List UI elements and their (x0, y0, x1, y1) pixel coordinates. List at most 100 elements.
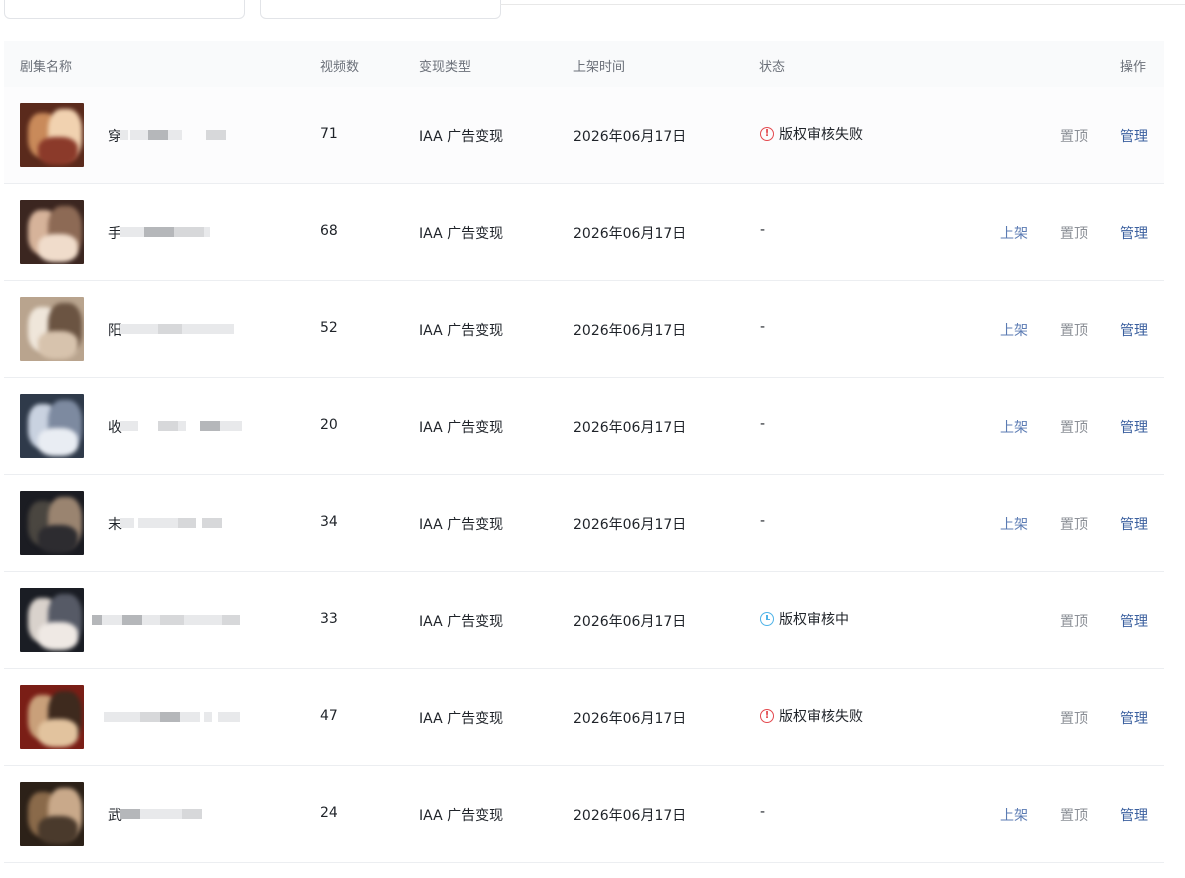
title-mosaic-block (220, 421, 242, 431)
series-title[interactable]: 收 (108, 416, 248, 436)
title-mosaic-block (204, 227, 210, 237)
pin-top-button[interactable]: 置顶 (1060, 223, 1088, 243)
list-button[interactable]: 上架 (1000, 805, 1028, 825)
table-row: 阳 52 IAA 广告变现 2026年06月17日 - 上架 置顶 管理 (4, 281, 1164, 378)
thumbnail-region (38, 525, 78, 553)
series-cover-thumbnail[interactable] (20, 491, 84, 555)
col-monetize-header: 变现类型 (419, 60, 472, 75)
thumbnail-region (38, 331, 78, 359)
title-mosaic-block (222, 615, 240, 625)
pin-top-button[interactable]: 置顶 (1060, 417, 1088, 437)
title-mosaic-block (120, 130, 128, 140)
title-mosaic-block (144, 227, 174, 237)
divider (500, 4, 1185, 5)
list-button[interactable]: 上架 (1000, 320, 1028, 340)
manage-button[interactable]: 管理 (1120, 805, 1148, 825)
series-cover-thumbnail[interactable] (20, 297, 84, 361)
filter-select[interactable] (4, 0, 245, 19)
pin-top-button[interactable]: 置顶 (1060, 126, 1088, 146)
series-title[interactable]: 手 (108, 222, 248, 242)
table-header: 剧集名称 视频数 变现类型 上架时间 状态 操作 (4, 41, 1164, 87)
video-count: 52 (320, 320, 338, 336)
title-mosaic-block (180, 712, 200, 722)
series-table: 剧集名称 视频数 变现类型 上架时间 状态 操作 穿 71 IAA 广告变现 2026… (4, 41, 1164, 863)
listed-date: 2026年06月17日 (573, 517, 687, 533)
series-title[interactable] (104, 707, 248, 727)
series-cover-thumbnail[interactable] (20, 588, 84, 652)
title-mosaic-block (114, 712, 140, 722)
thumbnail-region (38, 428, 78, 456)
video-count: 71 (320, 126, 338, 142)
pin-top-button[interactable]: 置顶 (1060, 320, 1088, 340)
pin-top-button[interactable]: 置顶 (1060, 805, 1088, 825)
monetize-type: IAA 广告变现 (419, 711, 504, 727)
table-row: 武 24 IAA 广告变现 2026年06月17日 - 上架 置顶 管理 (4, 766, 1164, 863)
series-cover-thumbnail[interactable] (20, 103, 84, 167)
video-count: 24 (320, 805, 338, 821)
pin-top-button[interactable]: 置顶 (1060, 708, 1088, 728)
thumbnail-region (38, 234, 78, 262)
table-body: 穿 71 IAA 广告变现 2026年06月17日! 版权审核失败 置顶 管理手 68 IAA … (4, 87, 1164, 863)
title-mosaic-block (120, 809, 140, 819)
pin-top-button[interactable]: 置顶 (1060, 611, 1088, 631)
title-mosaic-block (120, 421, 138, 431)
listed-date: 2026年06月17日 (573, 711, 687, 727)
table-row: 47 IAA 广告变现 2026年06月17日! 版权审核失败 置顶 管理 (4, 669, 1164, 766)
table-row: 手 68 IAA 广告变现 2026年06月17日 - 上架 置顶 管理 (4, 184, 1164, 281)
col-listed-header: 上架时间 (573, 60, 626, 75)
series-title[interactable]: 武 (108, 804, 248, 824)
manage-button[interactable]: 管理 (1120, 417, 1148, 437)
list-button[interactable]: 上架 (1000, 417, 1028, 437)
series-title[interactable]: 阳 (108, 319, 248, 339)
title-mosaic-block (178, 421, 186, 431)
title-mosaic-block (220, 324, 234, 334)
status-text: 版权审核失败 (779, 709, 863, 725)
manage-button[interactable]: 管理 (1120, 708, 1148, 728)
status-badge: ! 版权审核失败 (760, 124, 863, 144)
series-cover-thumbnail[interactable] (20, 394, 84, 458)
title-mosaic-block (160, 712, 180, 722)
monetize-type: IAA 广告变现 (419, 808, 504, 824)
pin-top-button[interactable]: 置顶 (1060, 514, 1088, 534)
title-mosaic-block (168, 130, 182, 140)
status-text: - (760, 319, 766, 335)
title-mosaic-block (182, 809, 202, 819)
manage-button[interactable]: 管理 (1120, 514, 1148, 534)
list-button[interactable]: 上架 (1000, 223, 1028, 243)
series-cover-thumbnail[interactable] (20, 782, 84, 846)
series-cover-thumbnail[interactable] (20, 200, 84, 264)
filter-select[interactable] (260, 0, 501, 19)
status-badge: 版权审核中 (760, 609, 849, 629)
manage-button[interactable]: 管理 (1120, 320, 1148, 340)
title-mosaic-block (160, 809, 182, 819)
table-row: 穿 71 IAA 广告变现 2026年06月17日! 版权审核失败 置顶 管理 (4, 87, 1164, 184)
status-text: 版权审核失败 (779, 127, 863, 143)
listed-date: 2026年06月17日 (573, 129, 687, 145)
title-mosaic-block (218, 712, 240, 722)
series-title[interactable]: 末 (108, 513, 248, 533)
manage-button[interactable]: 管理 (1120, 223, 1148, 243)
status-text: - (760, 416, 766, 432)
status-text: - (760, 513, 766, 529)
thumbnail-region (38, 622, 78, 650)
title-mosaic-block (138, 518, 178, 528)
table-row: 末 34 IAA 广告变现 2026年06月17日 - 上架 置顶 管理 (4, 475, 1164, 572)
table-row: 33 IAA 广告变现 2026年06月17日 版权审核中 置顶 管理 (4, 572, 1164, 669)
series-title[interactable]: 穿 (108, 125, 248, 145)
series-cover-thumbnail[interactable] (20, 685, 84, 749)
title-mosaic-block (130, 130, 148, 140)
thumbnail-region (38, 816, 78, 844)
video-count: 34 (320, 514, 338, 530)
manage-button[interactable]: 管理 (1120, 611, 1148, 631)
series-title[interactable] (92, 610, 248, 630)
clock-icon (760, 612, 774, 626)
title-mosaic-block (140, 324, 158, 334)
list-button[interactable]: 上架 (1000, 514, 1028, 534)
manage-button[interactable]: 管理 (1120, 126, 1148, 146)
col-name-header: 剧集名称 (20, 60, 73, 75)
video-count: 33 (320, 611, 338, 627)
status-badge: ! 版权审核失败 (760, 706, 863, 726)
title-mosaic-block (120, 324, 140, 334)
title-mosaic-block (140, 712, 160, 722)
title-mosaic-block (158, 324, 182, 334)
